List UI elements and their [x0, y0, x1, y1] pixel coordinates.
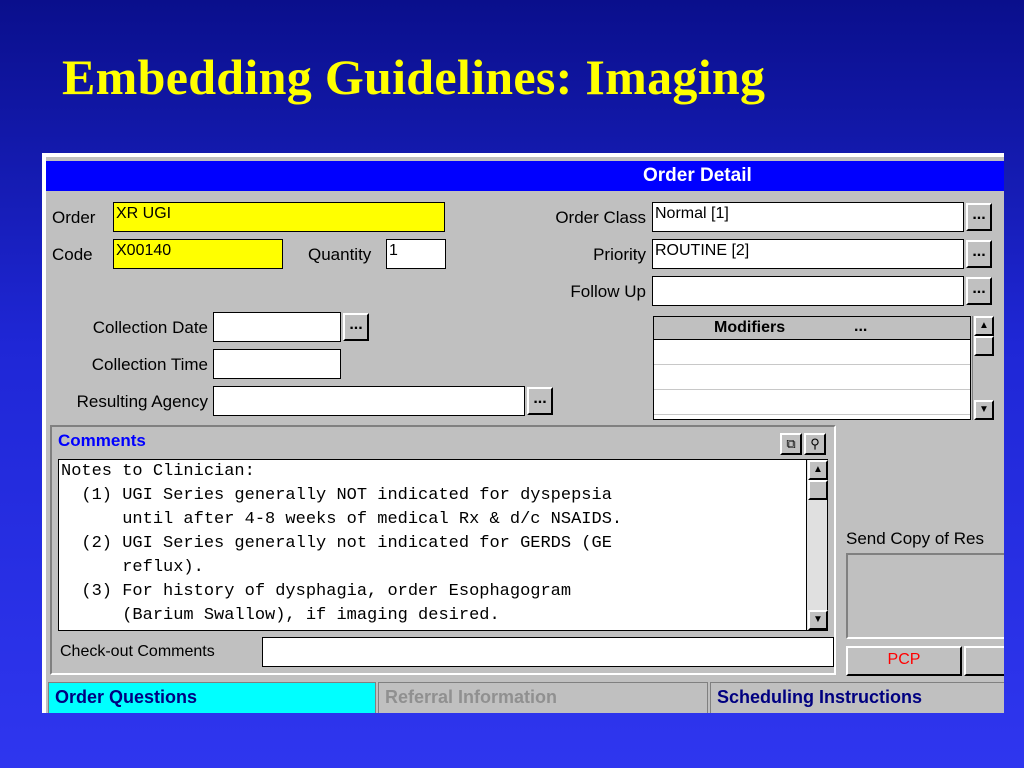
modifiers-header[interactable]: Modifiers ...: [654, 317, 970, 340]
resulting-agency-lookup-button[interactable]: ...: [527, 387, 553, 415]
modifier-row[interactable]: [654, 340, 970, 365]
scroll-down-icon[interactable]: ▼: [808, 610, 828, 630]
priority-lookup-button[interactable]: ...: [966, 240, 992, 268]
scroll-thumb[interactable]: [974, 336, 994, 356]
follow-up-field[interactable]: [652, 276, 964, 306]
checkout-comments-label: Check-out Comments: [60, 643, 215, 660]
priority-label: Priority: [593, 245, 646, 264]
order-class-field[interactable]: Normal [1]: [652, 202, 964, 232]
follow-up-lookup-button[interactable]: ...: [966, 277, 992, 305]
follow-up-label: Follow Up: [570, 282, 646, 301]
scroll-up-icon[interactable]: ▲: [808, 460, 828, 480]
scroll-thumb[interactable]: [808, 480, 828, 500]
code-field[interactable]: X00140: [113, 239, 283, 269]
collection-time-label: Collection Time: [91, 355, 208, 374]
comments-scrollbar[interactable]: ▲ ▼: [806, 459, 828, 631]
send-copy-secondary-button[interactable]: [964, 646, 1004, 676]
window-titlebar: Order Detail: [46, 161, 1004, 191]
modifier-row[interactable]: [654, 365, 970, 390]
scroll-down-icon[interactable]: ▼: [974, 400, 994, 420]
quantity-label: Quantity: [308, 245, 372, 264]
window-title: Order Detail: [643, 165, 752, 186]
priority-field[interactable]: ROUTINE [2]: [652, 239, 964, 269]
collection-time-field[interactable]: [213, 349, 341, 379]
slide-title: Embedding Guidelines: Imaging: [62, 49, 766, 105]
send-copy-recipients-box[interactable]: [846, 553, 1004, 639]
collection-date-field[interactable]: [213, 312, 341, 342]
pcp-button[interactable]: PCP: [846, 646, 962, 676]
resulting-agency-label: Resulting Agency: [76, 392, 208, 411]
tab-referral-information[interactable]: Referral Information: [378, 682, 708, 713]
comments-panel: Comments ⧉ ⚲ Notes to Clinician: (1) UGI…: [50, 425, 836, 675]
tab-order-questions[interactable]: Order Questions: [48, 682, 376, 713]
scroll-up-icon[interactable]: ▲: [974, 316, 994, 336]
order-field[interactable]: XR UGI: [113, 202, 445, 232]
magnifier-icon[interactable]: ⚲: [804, 433, 826, 455]
comments-text[interactable]: Notes to Clinician: (1) UGI Series gener…: [58, 459, 810, 631]
order-label: Order: [52, 208, 96, 227]
collection-date-label: Collection Date: [92, 318, 208, 337]
modifiers-header-label: Modifiers: [714, 319, 786, 336]
window-body: Order Detail Order XR UGI Code X00140 Qu…: [46, 157, 1004, 713]
resulting-agency-field[interactable]: [213, 386, 525, 416]
send-copy-label: Send Copy of Res: [846, 529, 984, 548]
tab-scheduling-instructions[interactable]: Scheduling Instructions: [710, 682, 1004, 713]
modifiers-list[interactable]: Modifiers ...: [653, 316, 971, 420]
order-class-lookup-button[interactable]: ...: [966, 203, 992, 231]
checkout-comments-field[interactable]: [262, 637, 834, 667]
modifiers-header-dots: ...: [854, 318, 868, 335]
order-class-label: Order Class: [555, 208, 646, 227]
quantity-field[interactable]: 1: [386, 239, 446, 269]
code-label: Code: [52, 245, 93, 264]
modifiers-scrollbar[interactable]: ▲ ▼: [972, 316, 994, 420]
modifier-row[interactable]: [654, 390, 970, 415]
comments-title: Comments: [58, 431, 146, 450]
window-popout-icon[interactable]: ⧉: [780, 433, 802, 455]
order-detail-window: Order Detail Order XR UGI Code X00140 Qu…: [42, 153, 1004, 713]
collection-date-picker-button[interactable]: ...: [343, 313, 369, 341]
